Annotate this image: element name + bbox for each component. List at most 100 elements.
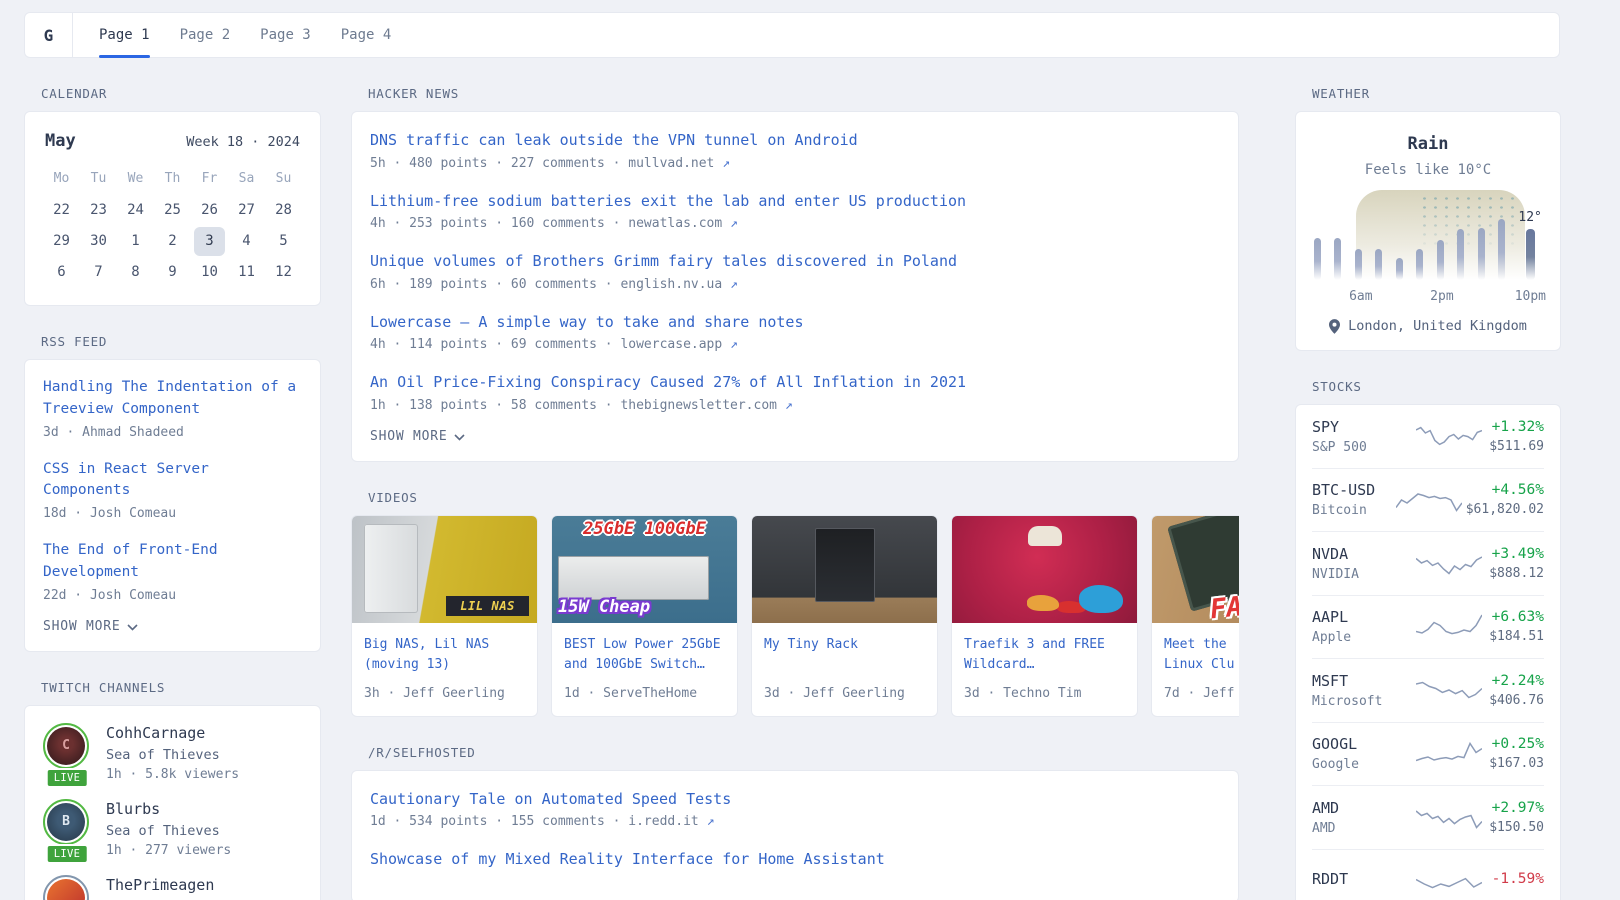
page-tab[interactable]: Page 3 bbox=[260, 13, 311, 57]
weather-bars: 12° bbox=[1314, 186, 1542, 280]
rss-item: CSS in React Server Components 18d · Jos… bbox=[43, 459, 302, 522]
news-item-source-link[interactable]: mullvad.net ↗ bbox=[628, 156, 730, 171]
calendar-day[interactable]: 2 bbox=[157, 227, 188, 256]
rss-item-title[interactable]: The End of Front-End Development bbox=[43, 540, 302, 584]
channel-avatar-wrap: C LIVE bbox=[43, 723, 91, 782]
video-thumbnail[interactable]: FAS bbox=[1152, 516, 1239, 623]
reddit-post-title[interactable]: Showcase of my Mixed Reality Interface f… bbox=[370, 848, 1220, 871]
calendar-section-title: CALENDAR bbox=[41, 86, 321, 101]
calendar-day[interactable]: 27 bbox=[231, 196, 262, 225]
calendar-day[interactable]: 23 bbox=[83, 196, 114, 225]
calendar-day[interactable]: 11 bbox=[231, 258, 262, 287]
stock-row[interactable]: SPY S&P 500 +1.32% $511.69 bbox=[1312, 405, 1544, 469]
weather-hour-bar bbox=[1314, 234, 1321, 280]
channel-avatar[interactable]: C bbox=[43, 723, 89, 769]
time-label: 2pm bbox=[1430, 289, 1453, 304]
weekday-label: Th bbox=[154, 167, 191, 195]
hacker-news-section: HACKER NEWS DNS traffic can leak outside… bbox=[351, 86, 1239, 462]
app-logo[interactable]: G bbox=[25, 13, 73, 57]
channel-game[interactable]: Sea of Thieves bbox=[106, 823, 231, 839]
video-title[interactable]: Meet the Linux Clu bbox=[1164, 635, 1239, 677]
rss-item-title[interactable]: Handling The Indentation of a Treeview C… bbox=[43, 377, 302, 421]
rss-show-more-button[interactable]: SHOW MORE bbox=[43, 617, 138, 634]
calendar-day[interactable]: 5 bbox=[268, 227, 299, 256]
stock-symbol: AMD bbox=[1312, 799, 1416, 817]
news-item-meta: 4h · 114 points · 69 comments · lowercas… bbox=[370, 337, 1220, 352]
video-card: LIL NAS Big NAS, Lil NAS (moving 13) 3h … bbox=[351, 515, 538, 717]
page-tab[interactable]: Page 4 bbox=[341, 13, 392, 57]
news-item-meta: 1h · 138 points · 58 comments · thebigne… bbox=[370, 398, 1220, 413]
channel-viewers: 1h · 277 viewers bbox=[106, 843, 231, 858]
page-tab[interactable]: Page 2 bbox=[180, 13, 231, 57]
calendar-day[interactable]: 30 bbox=[83, 227, 114, 256]
calendar-day[interactable]: 26 bbox=[194, 196, 225, 225]
news-item-source-link[interactable]: thebignewsletter.com ↗ bbox=[620, 398, 792, 413]
stock-row[interactable]: NVDA NVIDIA +3.49% $888.12 bbox=[1312, 532, 1544, 596]
calendar-day[interactable]: 3 bbox=[194, 227, 225, 256]
news-item: Unique volumes of Brothers Grimm fairy t… bbox=[370, 250, 1220, 292]
news-item-source-link[interactable]: newatlas.com ↗ bbox=[628, 216, 738, 231]
calendar-day[interactable]: 29 bbox=[46, 227, 77, 256]
video-title[interactable]: My Tiny Rack bbox=[764, 635, 925, 677]
hacker-news-section-title: HACKER NEWS bbox=[368, 86, 1239, 101]
news-item: Lowercase – A simple way to take and sha… bbox=[370, 311, 1220, 353]
news-item-source-link[interactable]: english.nv.ua ↗ bbox=[620, 277, 737, 292]
weather-hour-bar bbox=[1478, 224, 1485, 280]
stocks-section-title: STOCKS bbox=[1312, 379, 1561, 394]
calendar-day[interactable]: 28 bbox=[268, 196, 299, 225]
calendar-day[interactable]: 12 bbox=[268, 258, 299, 287]
calendar-day[interactable]: 22 bbox=[46, 196, 77, 225]
news-item-title[interactable]: Lithium-free sodium batteries exit the l… bbox=[370, 190, 1220, 213]
calendar-day[interactable]: 10 bbox=[194, 258, 225, 287]
time-label: 10pm bbox=[1515, 289, 1546, 304]
stock-sparkline bbox=[1416, 672, 1482, 708]
calendar-day[interactable]: 9 bbox=[157, 258, 188, 287]
page-tab[interactable]: Page 1 bbox=[99, 13, 150, 57]
weather-hourly-chart: 12° 6am 2pm 10pm bbox=[1312, 186, 1544, 306]
video-thumbnail[interactable]: 25GbE 100GbE 15W Cheap bbox=[552, 516, 737, 623]
calendar-day[interactable]: 4 bbox=[231, 227, 262, 256]
news-item-title[interactable]: DNS traffic can leak outside the VPN tun… bbox=[370, 129, 1220, 152]
channel-avatar[interactable] bbox=[43, 875, 89, 900]
calendar-day[interactable]: 24 bbox=[120, 196, 151, 225]
stock-row[interactable]: AAPL Apple +6.63% $184.51 bbox=[1312, 596, 1544, 660]
news-item-title[interactable]: An Oil Price-Fixing Conspiracy Caused 27… bbox=[370, 371, 1220, 394]
calendar-day[interactable]: 8 bbox=[120, 258, 151, 287]
calendar-day[interactable]: 1 bbox=[120, 227, 151, 256]
hacker-news-show-more-button[interactable]: SHOW MORE bbox=[370, 427, 465, 444]
stock-row[interactable]: MSFT Microsoft +2.24% $406.76 bbox=[1312, 659, 1544, 723]
video-thumbnail[interactable] bbox=[952, 516, 1137, 623]
video-title[interactable]: BEST Low Power 25GbE and 100GbE Switch… bbox=[564, 635, 725, 677]
weekday-label: Sa bbox=[228, 167, 265, 195]
stock-row[interactable]: BTC-USD Bitcoin +4.56% $61,820.02 bbox=[1312, 469, 1544, 533]
calendar-day[interactable]: 25 bbox=[157, 196, 188, 225]
stock-change: +6.63% bbox=[1489, 609, 1544, 625]
stock-row[interactable]: GOOGL Google +0.25% $167.03 bbox=[1312, 723, 1544, 787]
channel-game[interactable]: Sea of Thieves bbox=[106, 747, 239, 763]
reddit-post-source-link[interactable]: i.redd.it ↗ bbox=[628, 814, 714, 829]
news-item-title[interactable]: Lowercase – A simple way to take and sha… bbox=[370, 311, 1220, 334]
temperature-label: 12° bbox=[1518, 210, 1541, 225]
weather-location: London, United Kingdom bbox=[1312, 318, 1544, 334]
video-thumbnail[interactable]: LIL NAS bbox=[352, 516, 537, 623]
video-title[interactable]: Big NAS, Lil NAS (moving 13) bbox=[364, 635, 525, 677]
channel-avatar[interactable]: B bbox=[43, 799, 89, 845]
reddit-post-title[interactable]: Cautionary Tale on Automated Speed Tests bbox=[370, 788, 1220, 811]
video-thumbnail[interactable] bbox=[752, 516, 937, 623]
stock-symbol: MSFT bbox=[1312, 672, 1416, 690]
calendar-day[interactable]: 7 bbox=[83, 258, 114, 287]
rss-item-title[interactable]: CSS in React Server Components bbox=[43, 459, 302, 503]
news-item-source-link[interactable]: lowercase.app ↗ bbox=[620, 337, 737, 352]
stock-row[interactable]: AMD AMD +2.97% $150.50 bbox=[1312, 786, 1544, 850]
selfhosted-widget: Cautionary Tale on Automated Speed Tests… bbox=[351, 770, 1239, 900]
news-item-title[interactable]: Unique volumes of Brothers Grimm fairy t… bbox=[370, 250, 1220, 273]
stock-symbol: NVDA bbox=[1312, 545, 1416, 563]
stock-row[interactable]: RDDT -1.59% bbox=[1312, 850, 1544, 900]
calendar-day[interactable]: 6 bbox=[46, 258, 77, 287]
video-title[interactable]: Traefik 3 and FREE Wildcard… bbox=[964, 635, 1125, 677]
channel-name[interactable]: Blurbs bbox=[106, 800, 231, 818]
thumbnail-text-top: 25GbE 100GbE bbox=[552, 519, 737, 539]
channel-name[interactable]: CohhCarnage bbox=[106, 724, 239, 742]
show-more-label: SHOW MORE bbox=[370, 429, 447, 444]
channel-name[interactable]: ThePrimeagen bbox=[106, 876, 214, 894]
